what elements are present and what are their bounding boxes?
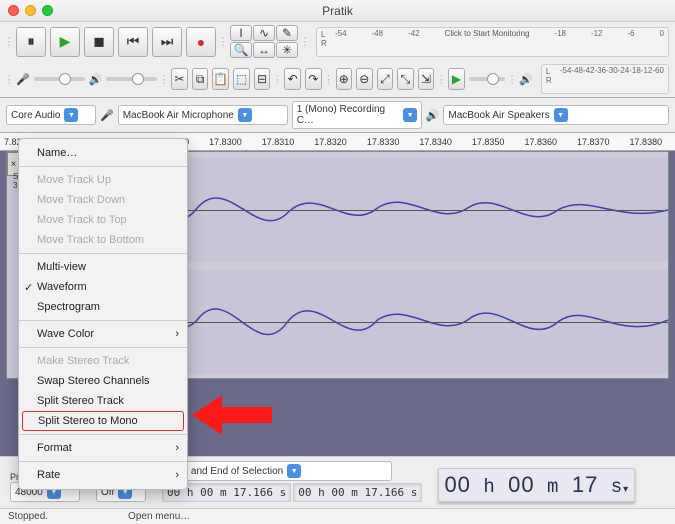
skip-start-button[interactable]: ⏮ [118,27,148,57]
menu-move-down: Move Track Down [19,190,187,210]
recording-volume-slider[interactable] [34,77,85,81]
menu-make-stereo: Make Stereo Track [19,351,187,371]
playback-volume-slider[interactable] [106,77,157,81]
menu-spectrogram[interactable]: Spectrogram [19,297,187,317]
recording-device-select[interactable]: MacBook Air Microphone▼ [118,105,288,125]
grip[interactable] [161,68,167,90]
play-at-speed-button[interactable]: ▶ [448,68,465,90]
cut-button[interactable]: ✂ [171,68,188,90]
playback-device-select[interactable]: MacBook Air Speakers▼ [443,105,669,125]
play-button[interactable]: ▶ [50,27,80,57]
selection-mode-select[interactable]: Start and End of Selection▼ [162,461,392,481]
pause-button[interactable]: ⏸ [16,27,46,57]
status-bar: Stopped. Open menu… [0,508,675,524]
grip[interactable] [302,31,308,53]
menu-split-stereo[interactable]: Split Stereo Track [19,391,187,411]
grip[interactable] [326,68,332,90]
fit-project-button[interactable]: ⤡ [397,68,414,90]
grip[interactable] [6,31,12,53]
speaker-icon: 🔊 [426,109,440,122]
toolbar-area: ⏸ ▶ ◼ ⏮ ⏭ ● I ∿ ✎ 🔍 ↔ ✳ LR -54-48-42 Cli… [0,22,675,98]
menu-multiview[interactable]: Multi-view [19,257,187,277]
menu-waveform[interactable]: Waveform [19,277,187,297]
mic-icon: 🎤 [16,73,30,86]
grip[interactable] [438,68,444,90]
audio-host-select[interactable]: Core Audio▼ [6,105,96,125]
waveform-left-channel[interactable] [107,158,668,262]
menu-move-top: Move Track to Top [19,210,187,230]
menu-swap-channels[interactable]: Swap Stereo Channels [19,371,187,391]
copy-button[interactable]: ⧉ [192,68,209,90]
undo-button[interactable]: ↶ [284,68,301,90]
device-toolbar: Core Audio▼ 🎤 MacBook Air Microphone▼ 1 … [0,98,675,133]
selection-end-field[interactable]: 00 h 00 m 17.166 s [293,483,422,502]
waveform-right-channel[interactable] [107,270,668,374]
menu-rate[interactable]: Rate [19,465,187,485]
redo-button[interactable]: ↷ [305,68,322,90]
status-state: Stopped. [8,511,48,522]
draw-tool[interactable]: ✎ [276,25,298,41]
zoom-in-button[interactable]: ⊕ [336,68,353,90]
envelope-tool[interactable]: ∿ [253,25,275,41]
playback-meter[interactable]: LR -54-48-42-36-30-24-18-12-60 [541,64,669,94]
menu-wave-color[interactable]: Wave Color [19,324,187,344]
menu-move-bottom: Move Track to Bottom [19,230,187,250]
skip-end-button[interactable]: ⏭ [152,27,182,57]
trim-button[interactable]: ⬚ [233,68,250,90]
silence-button[interactable]: ⊟ [254,68,271,90]
audio-position-field[interactable]: 00 h 00 m 17 s▾ [438,468,635,502]
grip[interactable] [220,31,226,53]
menu-name[interactable]: Name… [19,143,187,163]
timeshift-tool[interactable]: ↔ [253,42,275,58]
status-hint: Open menu… [128,511,190,522]
annotation-arrow [192,390,272,440]
recording-meter[interactable]: LR -54-48-42 Click to Start Monitoring -… [316,27,669,57]
grip[interactable] [509,68,515,90]
grip[interactable] [274,68,280,90]
paste-button[interactable]: 📋 [212,68,229,90]
playback-speed-slider[interactable] [469,77,505,81]
mic-icon: 🎤 [100,109,114,122]
speaker-icon: 🔊 [89,73,103,86]
record-button[interactable]: ● [186,27,216,57]
speaker-icon: 🔊 [519,73,533,86]
zoom-toggle-button[interactable]: ⇲ [418,68,435,90]
selection-tool[interactable]: I [230,25,252,41]
menu-move-up: Move Track Up [19,170,187,190]
menu-split-stereo-to-mono[interactable]: Split Stereo to Mono [22,411,184,431]
window-titlebar: Pratik [0,0,675,22]
multi-tool[interactable]: ✳ [276,42,298,58]
window-title: Pratik [0,4,675,18]
recording-channels-select[interactable]: 1 (Mono) Recording C…▼ [292,101,422,129]
grip[interactable] [6,68,12,90]
zoom-tool[interactable]: 🔍 [230,42,252,58]
zoom-out-button[interactable]: ⊖ [356,68,373,90]
fit-selection-button[interactable]: ⤢ [377,68,394,90]
track-context-menu: Name… Move Track Up Move Track Down Move… [18,138,188,490]
stop-button[interactable]: ◼ [84,27,114,57]
menu-format[interactable]: Format [19,438,187,458]
